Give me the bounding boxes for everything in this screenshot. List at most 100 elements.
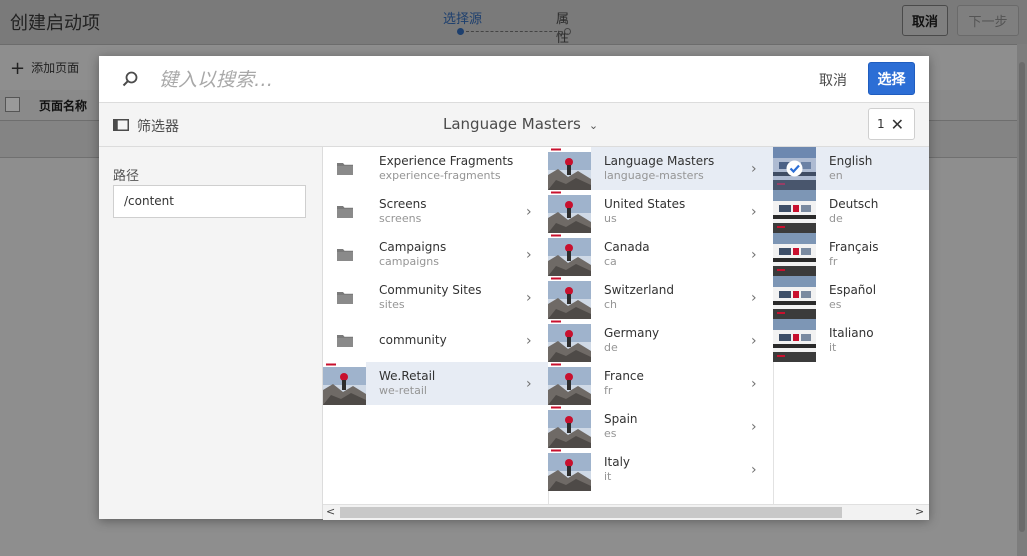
page-scrollbar-thumb[interactable]	[1019, 62, 1025, 532]
list-item[interactable]: Campaigns campaigns ›	[323, 233, 548, 276]
page-thumbnail	[548, 190, 591, 233]
list-item[interactable]: Experience Fragments experience-fragments	[323, 147, 548, 190]
wizard-steps: 选择源 属性	[440, 6, 580, 46]
list-item[interactable]: Français fr	[773, 233, 929, 276]
chevron-right-icon[interactable]: ›	[751, 333, 757, 349]
chevron-right-icon[interactable]: ›	[526, 204, 532, 220]
horizontal-scrollbar-thumb[interactable]	[340, 507, 842, 518]
page-thumbnail	[548, 233, 591, 276]
selection-count-badge[interactable]: 1 ✕	[868, 108, 915, 140]
item-subtitle: us	[604, 212, 617, 225]
wizard-next-button[interactable]: 下一步	[957, 5, 1019, 36]
item-subtitle: es	[829, 298, 842, 311]
dialog-select-button[interactable]: 选择	[868, 62, 915, 95]
list-item[interactable]: Canada ca ›	[548, 233, 773, 276]
item-title: Canada	[604, 240, 650, 254]
site-thumbnail	[773, 190, 816, 233]
item-subtitle: ch	[604, 298, 618, 311]
item-subtitle: experience-fragments	[379, 169, 501, 182]
chevron-right-icon[interactable]: ›	[526, 333, 532, 349]
item-title: Experience Fragments	[379, 154, 514, 168]
item-title: Screens	[379, 197, 427, 211]
chevron-right-icon[interactable]: ›	[751, 419, 757, 435]
list-item[interactable]: Language Masters language-masters ›	[548, 147, 773, 190]
scroll-right-icon[interactable]: >	[915, 505, 924, 518]
item-subtitle: screens	[379, 212, 422, 225]
list-item[interactable]: United States us ›	[548, 190, 773, 233]
list-item[interactable]: Community Sites sites ›	[323, 276, 548, 319]
item-title: community	[379, 333, 447, 347]
list-item[interactable]: We.Retail we-retail ›	[323, 362, 548, 405]
breadcrumb-label: Language Masters	[443, 115, 581, 133]
chevron-right-icon[interactable]: ›	[751, 247, 757, 263]
item-title: Germany	[604, 326, 660, 340]
item-subtitle: we-retail	[379, 384, 427, 397]
chevron-right-icon[interactable]: ›	[751, 161, 757, 177]
dialog-cancel-button[interactable]: 取消	[819, 70, 847, 90]
select-all-checkbox[interactable]	[5, 97, 20, 112]
item-subtitle: campaigns	[379, 255, 439, 268]
list-item[interactable]: Screens screens ›	[323, 190, 548, 233]
chevron-right-icon[interactable]: ›	[526, 247, 532, 263]
item-title: Español	[829, 283, 877, 297]
breadcrumb[interactable]: Language Masters ⌄	[443, 115, 598, 133]
filter-bar: 筛选器 Language Masters ⌄ 1 ✕	[99, 103, 929, 147]
scroll-left-icon[interactable]: <	[326, 505, 335, 518]
search-input[interactable]	[157, 65, 761, 95]
item-subtitle: sites	[379, 298, 405, 311]
item-title: Deutsch	[829, 197, 879, 211]
chevron-right-icon[interactable]: ›	[526, 376, 532, 392]
rail-toggle-icon[interactable]	[113, 119, 129, 131]
item-title: Community Sites	[379, 283, 482, 297]
chevron-right-icon[interactable]: ›	[751, 290, 757, 306]
clear-selection-icon[interactable]: ✕	[891, 115, 904, 134]
item-subtitle: de	[829, 212, 843, 225]
wizard-cancel-button[interactable]: 取消	[902, 5, 948, 36]
item-subtitle: fr	[604, 384, 613, 397]
search-icon	[122, 71, 138, 87]
page-thumbnail	[323, 362, 366, 405]
add-page-label: 添加页面	[31, 61, 80, 75]
list-item[interactable]: English en	[773, 147, 929, 190]
list-item[interactable]: Italiano it	[773, 319, 929, 362]
step-next-dot	[564, 28, 571, 35]
page-scrollbar[interactable]	[1017, 44, 1027, 556]
chevron-right-icon[interactable]: ›	[751, 462, 757, 478]
item-subtitle: ca	[604, 255, 617, 268]
filter-label[interactable]: 筛选器	[137, 116, 179, 136]
chevron-right-icon[interactable]: ›	[526, 290, 532, 306]
chevron-right-icon[interactable]: ›	[751, 204, 757, 220]
list-item[interactable]: Deutsch de	[773, 190, 929, 233]
item-subtitle: it	[829, 341, 837, 354]
add-page-button[interactable]: + 添加页面	[10, 58, 79, 79]
list-item[interactable]: Germany de ›	[548, 319, 773, 362]
horizontal-scrollbar[interactable]: < >	[323, 504, 929, 520]
site-thumbnail	[773, 233, 816, 276]
item-subtitle: en	[829, 169, 843, 182]
column-view: Experience Fragments experience-fragments…	[323, 147, 929, 504]
step-current-dot	[457, 28, 464, 35]
item-title: We.Retail	[379, 369, 436, 383]
item-title: Italy	[604, 455, 631, 469]
list-item[interactable]: Italy it ›	[548, 448, 773, 491]
page-thumbnail	[548, 362, 591, 405]
list-item[interactable]: Switzerland ch ›	[548, 276, 773, 319]
column-we-retail: Language Masters language-masters › United …	[548, 147, 774, 504]
list-item[interactable]: Español es	[773, 276, 929, 319]
list-item[interactable]: community ›	[323, 319, 548, 362]
step-connector	[466, 31, 562, 32]
item-title: Spain	[604, 412, 638, 426]
page-thumbnail	[548, 319, 591, 362]
list-item[interactable]: Spain es ›	[548, 405, 773, 448]
select-source-dialog: 取消 选择 筛选器 Language Masters ⌄ 1 ✕ 路径 /cont…	[99, 56, 929, 520]
column-root: Experience Fragments experience-fragments…	[323, 147, 549, 504]
path-field[interactable]: /content	[113, 185, 306, 218]
item-subtitle: de	[604, 341, 618, 354]
list-item[interactable]: France fr ›	[548, 362, 773, 405]
chevron-right-icon[interactable]: ›	[751, 376, 757, 392]
step-select-source[interactable]: 选择源	[443, 8, 482, 27]
selection-count: 1	[877, 117, 885, 131]
item-title: English	[829, 154, 873, 168]
page-thumbnail	[548, 276, 591, 319]
step-properties[interactable]: 属性	[556, 8, 580, 46]
